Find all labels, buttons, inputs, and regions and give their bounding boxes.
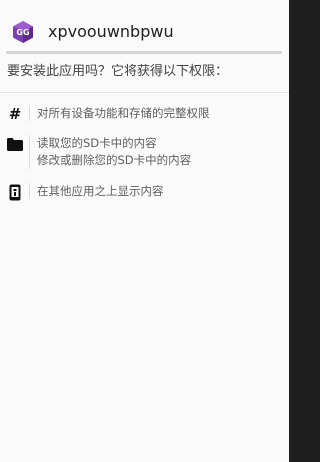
permission-item-full-access: # 对所有设备功能和存储的完整权限: [0, 104, 289, 124]
header-divider: [6, 51, 282, 54]
hash-icon: #: [8, 105, 22, 123]
permission-item-overlay: 在其他应用之上显示内容: [0, 182, 289, 202]
folder-icon: [6, 135, 24, 153]
install-question: 要安装此应用吗？它将获得以下权限：: [7, 64, 229, 79]
screen-edge: [289, 0, 294, 462]
permission-text: 在其他应用之上显示内容: [37, 184, 164, 198]
install-dialog: GG xpvoouwnbpwu 要安装此应用吗？它将获得以下权限： # 对所有设…: [0, 0, 289, 462]
app-logo-icon: GG: [12, 20, 34, 44]
permission-separator: [29, 135, 30, 169]
dialog-header: GG xpvoouwnbpwu: [0, 0, 289, 52]
permission-text-modify: 修改或删除您的SD卡中的内容: [37, 153, 192, 167]
app-name: xpvoouwnbpwu: [48, 22, 174, 41]
permission-text: 对所有设备功能和存储的完整权限: [37, 106, 210, 120]
permission-item-storage: 读取您的SD卡中的内容 修改或删除您的SD卡中的内容: [0, 134, 289, 170]
permission-separator: [29, 105, 30, 121]
phone-overlay-icon: [6, 183, 24, 201]
section-divider: [0, 92, 289, 93]
permission-text-read: 读取您的SD卡中的内容: [37, 136, 157, 150]
permission-separator: [29, 183, 30, 199]
app-logo-letters: GG: [16, 28, 29, 37]
